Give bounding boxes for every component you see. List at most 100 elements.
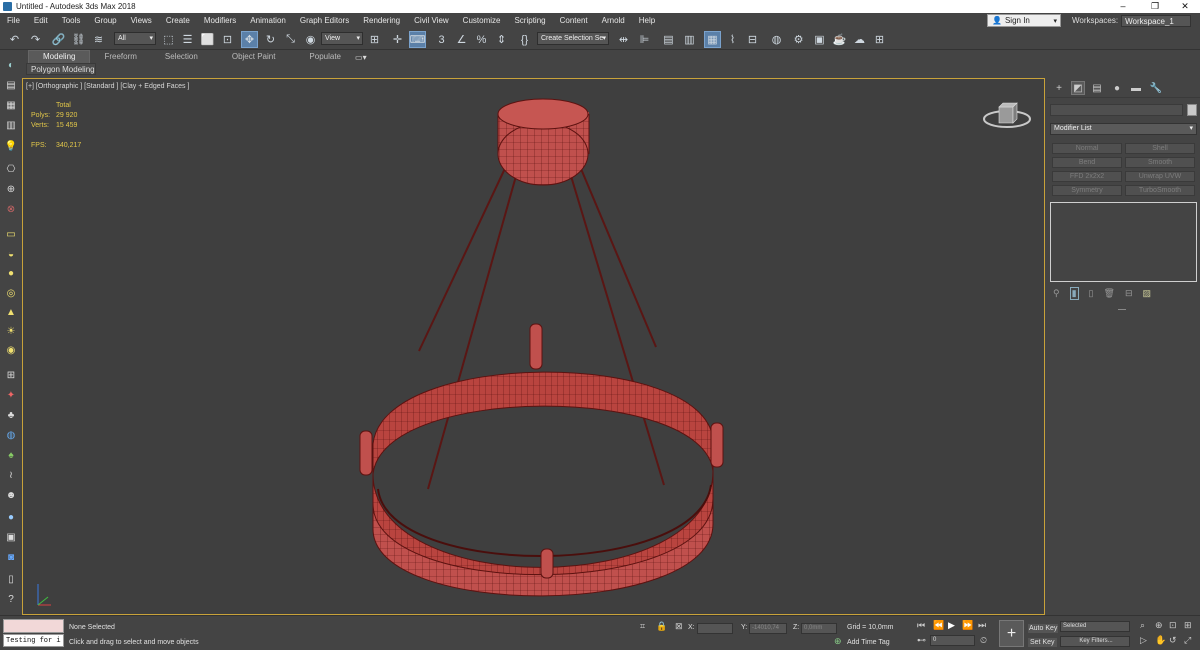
tab-modeling[interactable]: Modeling bbox=[28, 50, 91, 64]
menu-create[interactable]: Create bbox=[159, 13, 197, 28]
viewport-orthographic[interactable]: [+] [Orthographic ] [Standard ] [Clay + … bbox=[22, 78, 1045, 615]
percent-snap-icon[interactable]: % bbox=[473, 31, 490, 48]
configure-modifier-sets-icon[interactable]: ⊟ bbox=[1125, 288, 1133, 299]
reference-coordinate-dropdown[interactable]: View bbox=[321, 32, 363, 45]
tab-object-paint[interactable]: Object Paint bbox=[212, 51, 296, 63]
show-end-result-icon[interactable]: ▮ bbox=[1069, 286, 1079, 300]
camera-icon[interactable]: ⎔ bbox=[3, 162, 19, 177]
polygon-modeling-panel[interactable]: Polygon Modeling bbox=[26, 63, 96, 75]
modifier-symmetry-button[interactable]: Symmetry bbox=[1052, 185, 1122, 196]
walker-icon[interactable]: ☻ bbox=[3, 488, 19, 503]
menu-civil-view[interactable]: Civil View bbox=[407, 13, 456, 28]
menu-rendering[interactable]: Rendering bbox=[356, 13, 407, 28]
spinner-snap-icon[interactable]: ⇕ bbox=[493, 31, 510, 48]
menu-arnold[interactable]: Arnold bbox=[595, 13, 632, 28]
menu-graph-editors[interactable]: Graph Editors bbox=[293, 13, 356, 28]
bulb-icon[interactable]: 💡 bbox=[3, 139, 19, 154]
sign-in-dropdown[interactable]: 👤 Sign In ▾ bbox=[987, 14, 1061, 27]
render-production-icon[interactable]: ☕ bbox=[831, 31, 848, 48]
field-of-view-icon[interactable]: ▷ bbox=[1140, 635, 1147, 646]
time-tag-icon[interactable]: ⊕ bbox=[834, 636, 842, 647]
layer-explorer-icon[interactable]: ▦ bbox=[3, 98, 19, 113]
foliage-icon[interactable]: ♠ bbox=[3, 448, 19, 463]
next-frame-icon[interactable]: ⏩ bbox=[962, 620, 973, 631]
y-coordinate-field[interactable]: -14010,74 bbox=[749, 623, 787, 634]
render-in-cloud-icon[interactable]: ☁ bbox=[851, 31, 868, 48]
orbit-icon[interactable]: ↺ bbox=[1169, 635, 1177, 646]
helper-icon[interactable]: ⊕ bbox=[3, 182, 19, 197]
unlink-icon[interactable]: ⛓ bbox=[70, 31, 87, 48]
schematic-view-icon[interactable]: ⊟ bbox=[744, 31, 761, 48]
modifier-unwrap-uvw-button[interactable]: Unwrap UVW bbox=[1125, 171, 1195, 182]
previous-frame-icon[interactable]: ⏪ bbox=[933, 620, 944, 631]
mirror-icon[interactable]: ⇹ bbox=[615, 31, 632, 48]
maximize-viewport-icon[interactable]: ⤢ bbox=[1184, 635, 1191, 646]
set-key-button[interactable]: Set Key bbox=[1028, 638, 1057, 647]
hair-icon[interactable]: ≀ bbox=[3, 468, 19, 483]
maxscript-listener-output[interactable] bbox=[3, 619, 64, 633]
utilities-tab-icon[interactable]: 🔧 bbox=[1149, 81, 1163, 95]
viewport-layout-icon[interactable]: ◐ bbox=[3, 58, 19, 73]
zoom-all-icon[interactable]: ⊕ bbox=[1155, 620, 1163, 631]
tab-selection[interactable]: Selection bbox=[151, 51, 212, 63]
object-name-field[interactable] bbox=[1050, 104, 1183, 116]
help-icon[interactable]: ? bbox=[3, 592, 19, 607]
bind-space-warp-icon[interactable]: ≋ bbox=[90, 31, 107, 48]
pivot-center-icon[interactable]: ⊞ bbox=[366, 31, 383, 48]
menu-help[interactable]: Help bbox=[632, 13, 662, 28]
motion-tab-icon[interactable]: ● bbox=[1110, 81, 1124, 95]
curve-editor-icon[interactable]: ⌇ bbox=[724, 31, 741, 48]
display-tab-icon[interactable]: ▬ bbox=[1129, 81, 1143, 95]
workspaces-dropdown[interactable]: Workspace_1 bbox=[1121, 14, 1191, 27]
select-and-rotate-icon[interactable]: ↻ bbox=[262, 31, 279, 48]
window-crossing-icon[interactable]: ⊡ bbox=[219, 31, 236, 48]
maximize-button[interactable]: ❐ bbox=[1140, 0, 1170, 13]
biped-icon[interactable]: ♣ bbox=[3, 408, 19, 423]
sphere-icon[interactable]: ● bbox=[3, 266, 19, 281]
hemisphere-icon[interactable]: ◒ bbox=[3, 247, 19, 262]
select-by-name-icon[interactable]: ☰ bbox=[179, 31, 196, 48]
time-configuration-icon[interactable]: ⏲ bbox=[980, 635, 987, 646]
modifier-list-dropdown[interactable]: Modifier List bbox=[1050, 123, 1197, 135]
cone-icon[interactable]: ▲ bbox=[3, 305, 19, 320]
pan-icon[interactable]: ✋ bbox=[1155, 635, 1166, 646]
go-to-end-icon[interactable]: ⏭ bbox=[978, 620, 986, 631]
menu-group[interactable]: Group bbox=[87, 13, 123, 28]
modify-tab-icon[interactable]: ◩ bbox=[1071, 81, 1085, 95]
document-icon[interactable]: ▯ bbox=[3, 572, 19, 587]
lock-icon[interactable]: 🔒 bbox=[656, 621, 667, 632]
geometry-icon[interactable]: ⊗ bbox=[3, 202, 19, 217]
modifier-normal-button[interactable]: Normal bbox=[1052, 143, 1122, 154]
layer-explorer-icon[interactable]: ▥ bbox=[681, 31, 698, 48]
render-icon[interactable]: ◙ bbox=[3, 550, 19, 565]
zoom-extents-all-icon[interactable]: ⊞ bbox=[1184, 620, 1192, 631]
current-frame-field[interactable]: 0 bbox=[930, 635, 975, 646]
rendered-frame-window-icon[interactable]: ▣ bbox=[811, 31, 828, 48]
hierarchy-tab-icon[interactable]: ▤ bbox=[1090, 81, 1104, 95]
modifier-ffd-button[interactable]: FFD 2x2x2 bbox=[1052, 171, 1122, 182]
menu-animation[interactable]: Animation bbox=[243, 13, 293, 28]
edit-named-selection-icon[interactable]: {} bbox=[516, 31, 533, 48]
minimize-button[interactable]: – bbox=[1108, 0, 1138, 13]
play-icon[interactable]: ▶ bbox=[948, 620, 955, 631]
manipulate-icon[interactable]: ✛ bbox=[389, 31, 406, 48]
rectangular-selection-icon[interactable]: ⬜ bbox=[199, 31, 216, 48]
maxscript-mini-listener[interactable]: Testing for i bbox=[3, 634, 64, 647]
key-filters-button[interactable]: Key Filters... bbox=[1060, 636, 1130, 647]
auto-key-button[interactable]: Auto Key bbox=[1028, 624, 1059, 633]
redo-icon[interactable]: ↷ bbox=[27, 31, 44, 48]
torus-icon[interactable]: ◎ bbox=[3, 286, 19, 301]
box-icon[interactable]: ▭ bbox=[3, 227, 19, 242]
menu-modifiers[interactable]: Modifiers bbox=[197, 13, 243, 28]
keyboard-shortcut-toggle-icon[interactable]: ⌨ bbox=[409, 31, 426, 48]
link-icon[interactable]: 🔗 bbox=[50, 31, 67, 48]
zoom-extents-icon[interactable]: ⊡ bbox=[1169, 620, 1177, 631]
z-coordinate-field[interactable]: 0,0mm bbox=[801, 623, 837, 634]
layers-icon[interactable]: ▣ bbox=[3, 530, 19, 545]
menu-scripting[interactable]: Scripting bbox=[507, 13, 552, 28]
zoom-icon[interactable]: ⌕ bbox=[1140, 620, 1145, 631]
list-icon[interactable]: ▥ bbox=[3, 118, 19, 133]
selection-lock-icon[interactable]: ⌗ bbox=[640, 621, 645, 632]
scene-explorer-icon[interactable]: ▤ bbox=[3, 78, 19, 93]
absolute-mode-icon[interactable]: ⊠ bbox=[675, 621, 683, 632]
